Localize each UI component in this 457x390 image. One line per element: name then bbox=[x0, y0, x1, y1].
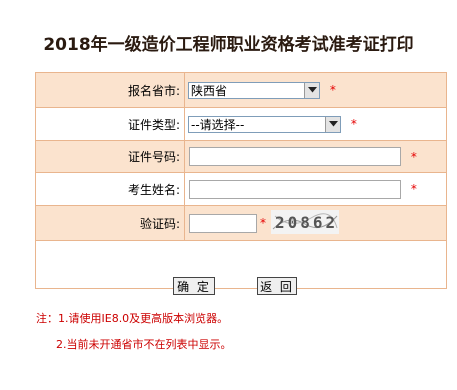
note-line-1: 注：1.请使用IE8.0及更高版本浏览器。 bbox=[36, 312, 229, 325]
admission-print-form: 报名省市: 陕西省 * 证件类型: --请选择-- * 证件号码: * 考生姓名… bbox=[35, 72, 447, 289]
cert-type-row: 证件类型: --请选择-- * bbox=[35, 107, 447, 141]
back-button[interactable]: 返 回 bbox=[257, 277, 297, 295]
province-selected-value: 陕西省 bbox=[191, 83, 228, 98]
captcha-input[interactable] bbox=[189, 213, 257, 233]
province-required-mark: * bbox=[329, 83, 336, 97]
note-line-2: 2.当前未开通省市不在列表中显示。 bbox=[56, 338, 232, 351]
captcha-image-text: 20862 bbox=[275, 213, 339, 232]
captcha-label: 验证码: bbox=[35, 205, 185, 241]
captcha-image[interactable]: 20862 bbox=[271, 210, 339, 234]
chevron-down-icon[interactable] bbox=[325, 116, 340, 132]
cert-number-input[interactable] bbox=[189, 147, 401, 166]
cert-number-label: 证件号码: bbox=[35, 140, 185, 173]
province-label: 报名省市: bbox=[35, 72, 185, 108]
name-required-mark: * bbox=[410, 182, 417, 196]
name-input[interactable] bbox=[189, 179, 401, 199]
cert-type-required-mark: * bbox=[350, 117, 357, 131]
cert-number-row: 证件号码: * bbox=[35, 140, 447, 173]
page-title: 2018年一级造价工程师职业资格考试准考证打印 bbox=[43, 35, 414, 55]
cert-type-label: 证件类型: bbox=[35, 107, 185, 141]
province-row: 报名省市: 陕西省 * bbox=[35, 72, 447, 108]
chevron-down-icon[interactable] bbox=[304, 82, 319, 98]
cert-type-select[interactable]: --请选择-- bbox=[188, 115, 341, 133]
province-select[interactable]: 陕西省 bbox=[188, 81, 320, 99]
name-row: 考生姓名: * bbox=[35, 172, 447, 206]
actions-row bbox=[35, 240, 447, 289]
captcha-row: 验证码: * 20862 bbox=[35, 205, 447, 241]
name-label: 考生姓名: bbox=[35, 172, 185, 206]
cert-type-selected-value: --请选择-- bbox=[191, 117, 245, 132]
confirm-button[interactable]: 确 定 bbox=[173, 277, 215, 295]
cert-number-required-mark: * bbox=[410, 149, 417, 164]
captcha-required-mark: * bbox=[260, 216, 266, 230]
